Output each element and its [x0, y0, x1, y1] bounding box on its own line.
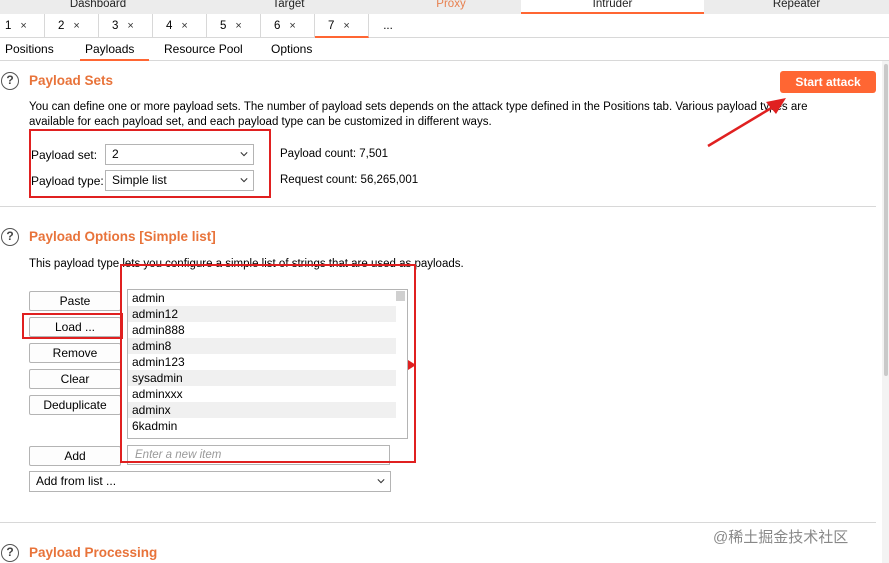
paste-button[interactable]: Paste — [29, 291, 121, 311]
burp-intruder-window: Dashboard Target Proxy Intruder Repeater… — [0, 0, 889, 563]
tab-target[interactable]: Target — [196, 0, 381, 14]
help-icon[interactable]: ? — [1, 228, 19, 246]
attack-tab-6[interactable]: 6 × — [261, 14, 315, 38]
help-icon[interactable]: ? — [1, 544, 19, 562]
tab-dashboard[interactable]: Dashboard — [0, 0, 196, 14]
clear-button[interactable]: Clear — [29, 369, 121, 389]
annotation-arrow-icon — [707, 98, 786, 148]
attack-tab-label: 7 — [328, 20, 335, 32]
attack-tab-2[interactable]: 2 × — [45, 14, 99, 38]
tool-tab-bar: Dashboard Target Proxy Intruder Repeater — [0, 0, 889, 14]
section-divider — [0, 206, 876, 207]
attack-tab-label: 2 — [58, 20, 65, 32]
tab-proxy[interactable]: Proxy — [381, 0, 521, 14]
attack-tab-label: 5 — [220, 20, 227, 32]
remove-button[interactable]: Remove — [29, 343, 121, 363]
attack-tab-5[interactable]: 5 × — [207, 14, 261, 38]
chevron-down-icon — [377, 479, 385, 484]
annotation-box-payload-set — [29, 129, 271, 198]
attack-tab-label: 4 — [166, 20, 173, 32]
tab-intruder[interactable]: Intruder — [521, 0, 704, 14]
annotation-box-list — [120, 264, 416, 463]
payload-count: Payload count: 7,501 — [280, 148, 389, 160]
main-scrollbar-thumb[interactable] — [884, 64, 888, 376]
attack-tab-3[interactable]: 3 × — [99, 14, 153, 38]
new-tab-button[interactable]: ... — [369, 14, 407, 38]
tab-positions[interactable]: Positions — [0, 38, 59, 61]
close-icon[interactable]: × — [289, 20, 295, 32]
close-icon[interactable]: × — [127, 20, 133, 32]
close-icon[interactable]: × — [343, 20, 349, 32]
close-icon[interactable]: × — [235, 20, 241, 32]
close-icon[interactable]: × — [181, 20, 187, 32]
intruder-sub-tabs: Positions Payloads Resource Pool Options — [0, 38, 889, 61]
attack-tab-7[interactable]: 7 × — [315, 14, 369, 38]
attack-tab-label: 3 — [112, 20, 119, 32]
tab-options[interactable]: Options — [266, 38, 317, 61]
attack-tab-label: 1 — [5, 20, 12, 32]
tab-repeater[interactable]: Repeater — [704, 0, 889, 14]
annotation-box-load — [22, 313, 123, 339]
tab-resource-pool[interactable]: Resource Pool — [159, 38, 248, 61]
payload-options-title: Payload Options [Simple list] — [29, 229, 216, 244]
section-divider — [0, 522, 876, 523]
close-icon[interactable]: × — [73, 20, 79, 32]
attack-tab-bar: 1 × 2 × 3 × 4 × 5 × 6 × 7 × ... — [0, 14, 889, 38]
add-from-list-label: Add from list ... — [36, 474, 117, 488]
add-from-list-select[interactable]: Add from list ... — [29, 471, 391, 492]
add-button[interactable]: Add — [29, 446, 121, 466]
payload-sets-title: Payload Sets — [29, 73, 114, 88]
tab-payloads[interactable]: Payloads — [80, 38, 149, 61]
help-icon[interactable]: ? — [1, 72, 19, 90]
attack-tab-1[interactable]: 1 × — [0, 14, 45, 38]
payload-processing-title: Payload Processing — [29, 545, 158, 560]
payload-sets-description-line-2: available for each payload set, and each… — [29, 116, 492, 128]
request-count: Request count: 56,265,001 — [280, 174, 419, 186]
start-attack-button[interactable]: Start attack — [780, 71, 876, 93]
annotation-arrowhead-icon — [408, 360, 416, 370]
close-icon[interactable]: × — [20, 20, 26, 32]
attack-tab-4[interactable]: 4 × — [153, 14, 207, 38]
watermark: @稀土掘金技术社区 — [713, 529, 849, 546]
attack-tab-label: 6 — [274, 20, 281, 32]
deduplicate-button[interactable]: Deduplicate — [29, 395, 121, 415]
